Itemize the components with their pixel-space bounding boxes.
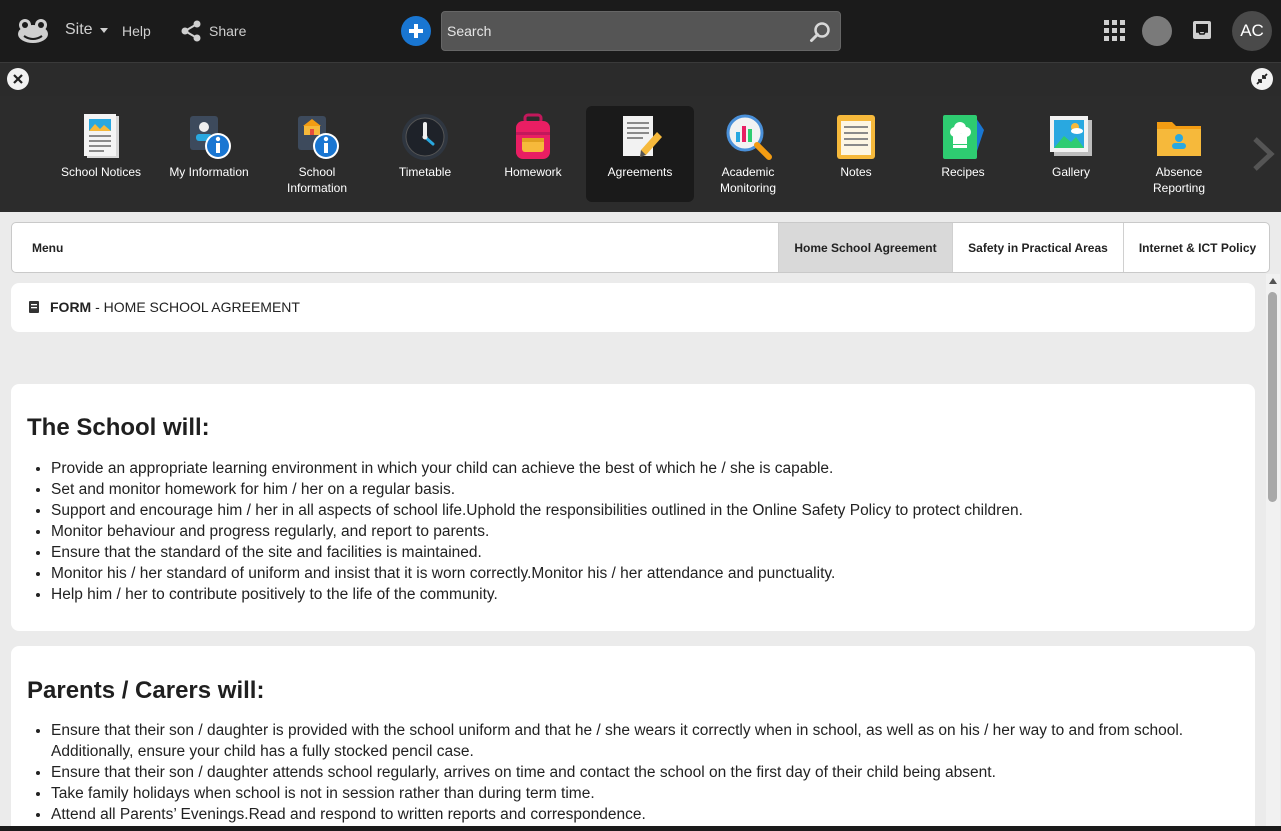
school-commitments-card: The School will: Provide an appropriate … — [11, 384, 1255, 631]
tab-internet-ict-policy[interactable]: Internet & ICT Policy — [1123, 223, 1269, 272]
share-label: Share — [209, 23, 247, 39]
app-school-notices[interactable]: School Notices — [47, 106, 155, 202]
close-button[interactable] — [7, 68, 29, 90]
section-heading: Parents / Carers will: — [27, 677, 265, 704]
menu-label[interactable]: Menu — [32, 241, 63, 255]
search-icon[interactable] — [809, 21, 831, 43]
picture-icon — [1050, 116, 1092, 156]
app-timetable[interactable]: Timetable — [371, 106, 479, 202]
app-homework[interactable]: Homework — [479, 106, 587, 202]
commitments-list: Provide an appropriate learning environm… — [51, 458, 1235, 605]
app-launcher-bar: School Notices My Information School Inf… — [0, 96, 1281, 212]
app-agreements[interactable]: Agreements — [586, 106, 694, 202]
app-label: Absence Reporting — [1152, 165, 1206, 195]
window-strip — [0, 62, 1281, 96]
app-absence-reporting[interactable]: Absence Reporting — [1125, 106, 1233, 202]
sub-menu: Menu Home School Agreement Safety in Pra… — [11, 222, 1270, 273]
folder-person-icon — [1157, 122, 1201, 156]
list-item: Monitor his / her standard of uniform an… — [51, 563, 1235, 584]
caret-down-icon — [99, 27, 108, 33]
form-icon — [29, 301, 39, 313]
app-label: Notes — [840, 165, 872, 179]
close-icon — [13, 74, 23, 84]
share-button[interactable]: Share — [180, 20, 246, 42]
search-box — [441, 11, 841, 51]
chart-magnifier-icon — [726, 114, 772, 160]
status-circle-button[interactable] — [1142, 16, 1172, 46]
tab-home-school-agreement[interactable]: Home School Agreement — [778, 223, 952, 272]
site-label: Site — [65, 21, 93, 38]
document-pen-icon — [623, 116, 662, 157]
chevron-right-icon[interactable] — [1250, 136, 1276, 177]
app-my-information[interactable]: My Information — [155, 106, 263, 202]
chef-hat-book-icon — [943, 115, 984, 159]
breadcrumb-title: HOME SCHOOL AGREEMENT — [103, 299, 300, 315]
breadcrumb: FORM - HOME SCHOOL AGREEMENT — [11, 283, 1255, 332]
top-bar: Site Help Share Search AC — [0, 0, 1281, 62]
backpack-icon — [516, 113, 550, 159]
notepad-icon — [837, 115, 875, 159]
app-recipes[interactable]: Recipes — [909, 106, 1017, 202]
app-label: Recipes — [941, 165, 985, 179]
breadcrumb-text: FORM - HOME SCHOOL AGREEMENT — [50, 299, 300, 315]
school-info-icon — [298, 116, 339, 159]
app-label: My Information — [169, 165, 249, 179]
vertical-scrollbar[interactable] — [1266, 274, 1280, 831]
inbox-icon[interactable] — [1192, 20, 1212, 45]
user-avatar[interactable]: AC — [1232, 11, 1272, 51]
scroll-up-arrow-icon[interactable] — [1269, 278, 1277, 284]
list-item: Provide an appropriate learning environm… — [51, 458, 1235, 479]
app-label: Homework — [504, 165, 562, 179]
list-item: Monitor behaviour and progress regularly… — [51, 521, 1235, 542]
app-label: Academic Monitoring — [719, 165, 777, 195]
collapse-arrows-icon — [1256, 73, 1268, 85]
breadcrumb-type: FORM — [50, 299, 92, 315]
list-item: Set and monitor homework for him / her o… — [51, 479, 1235, 500]
app-label: Timetable — [398, 165, 452, 179]
share-icon — [181, 20, 201, 42]
tab-safety-in-practical-areas[interactable]: Safety in Practical Areas — [952, 223, 1123, 272]
list-item: Support and encourage him / her in all a… — [51, 500, 1235, 521]
app-notes[interactable]: Notes — [802, 106, 910, 202]
apps-grid-icon[interactable] — [1104, 20, 1126, 47]
help-link[interactable]: Help — [122, 23, 151, 39]
scrollbar-thumb[interactable] — [1268, 292, 1277, 502]
app-school-information[interactable]: School Information — [263, 106, 371, 202]
parents-commitments-card: Parents / Carers will: Ensure that their… — [11, 646, 1255, 831]
breadcrumb-separator: - — [91, 299, 104, 315]
site-menu-button[interactable]: Site — [65, 21, 108, 39]
list-item: Attend all Parents’ Evenings.Read and re… — [51, 804, 1235, 825]
app-gallery[interactable]: Gallery — [1017, 106, 1125, 202]
app-academic-monitoring[interactable]: Academic Monitoring — [694, 106, 802, 202]
list-item: Take family holidays when school is not … — [51, 783, 1235, 804]
section-heading: The School will: — [27, 414, 210, 441]
list-item: Help him / her to contribute positively … — [51, 584, 1235, 605]
newspaper-icon — [84, 114, 119, 158]
person-info-icon — [190, 116, 231, 159]
app-label: School Notices — [60, 165, 142, 179]
list-item: Ensure that their son / daughter attends… — [51, 762, 1235, 783]
collapse-button[interactable] — [1251, 68, 1273, 90]
plus-icon — [409, 24, 423, 38]
app-label: Agreements — [607, 165, 673, 179]
list-item: Ensure that the standard of the site and… — [51, 542, 1235, 563]
frog-logo-icon[interactable] — [16, 17, 50, 45]
search-input[interactable] — [442, 12, 802, 50]
commitments-list: Ensure that their son / daughter is prov… — [51, 720, 1235, 825]
bottom-edge — [0, 826, 1281, 831]
add-button[interactable] — [401, 16, 431, 46]
app-label: Gallery — [1051, 165, 1090, 179]
clock-icon — [402, 114, 448, 160]
list-item: Ensure that their son / daughter is prov… — [51, 720, 1235, 762]
app-label: School Information — [286, 165, 348, 195]
